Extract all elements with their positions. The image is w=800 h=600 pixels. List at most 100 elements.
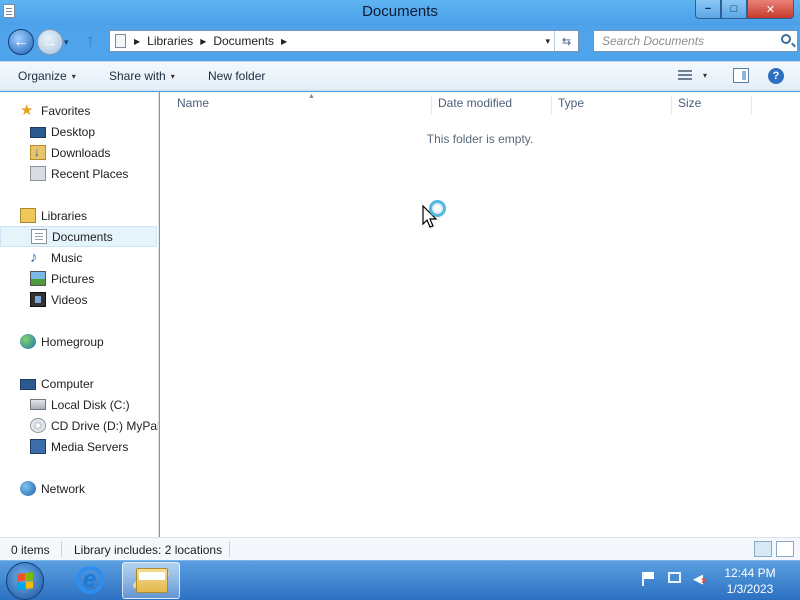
breadcrumb-arrow-icon[interactable]: ▶ bbox=[200, 37, 206, 46]
cd-drive-icon bbox=[30, 418, 46, 433]
nav-recent-places[interactable]: Recent Places bbox=[0, 163, 157, 184]
nav-cd-drive[interactable]: CD Drive (D:) MyPal bbox=[0, 415, 159, 436]
music-icon: ♪ bbox=[30, 249, 38, 266]
breadcrumb-arrow-icon[interactable]: ▶ bbox=[281, 37, 287, 46]
nav-network[interactable]: Network bbox=[0, 478, 157, 499]
action-center-flag-icon[interactable] bbox=[642, 572, 656, 586]
media-server-icon bbox=[30, 439, 46, 454]
preview-pane-icon[interactable] bbox=[733, 68, 749, 83]
minimize-button[interactable]: − bbox=[695, 0, 721, 19]
taskbar: ◀ 12:44 PM 1/3/2023 bbox=[0, 560, 800, 600]
column-header-size[interactable]: Size bbox=[672, 96, 752, 114]
nav-downloads[interactable]: Downloads bbox=[0, 142, 157, 163]
nav-desktop[interactable]: Desktop bbox=[0, 121, 157, 142]
search-placeholder: Search Documents bbox=[602, 34, 705, 48]
nav-label: Downloads bbox=[51, 145, 111, 160]
share-with-button[interactable]: Share with ▾ bbox=[109, 69, 175, 83]
downloads-icon bbox=[30, 145, 46, 160]
nav-pictures[interactable]: Pictures bbox=[0, 268, 157, 289]
nav-computer[interactable]: Computer bbox=[0, 373, 157, 394]
videos-icon bbox=[30, 292, 46, 307]
breadcrumb-libraries[interactable]: Libraries bbox=[147, 34, 193, 48]
nav-label: Network bbox=[41, 481, 86, 496]
maximize-button[interactable]: □ bbox=[721, 0, 747, 19]
star-icon: ★ bbox=[20, 102, 34, 119]
nav-label: Desktop bbox=[51, 124, 96, 139]
new-folder-button[interactable]: New folder bbox=[208, 69, 265, 83]
column-label: Name bbox=[177, 96, 210, 110]
nav-label: Pictures bbox=[51, 271, 95, 286]
close-button[interactable]: ✕ bbox=[747, 0, 794, 19]
nav-label: CD Drive (D:) MyPal bbox=[51, 418, 159, 433]
nav-label: Documents bbox=[52, 229, 113, 244]
nav-label: Libraries bbox=[41, 208, 88, 223]
hard-disk-icon bbox=[30, 399, 46, 410]
nav-videos[interactable]: Videos bbox=[0, 289, 157, 310]
up-button[interactable]: ↑ bbox=[86, 32, 95, 49]
clock-date: 1/3/2023 bbox=[726, 582, 774, 596]
nav-libraries[interactable]: Libraries bbox=[0, 205, 157, 226]
libraries-icon bbox=[20, 208, 36, 223]
refresh-icon[interactable]: ⇆ bbox=[554, 31, 578, 51]
nav-music[interactable]: ♪ Music bbox=[0, 247, 157, 268]
status-bar: 0 items Library includes: 2 locations bbox=[0, 537, 800, 560]
clock-time: 12:44 PM bbox=[724, 566, 776, 580]
system-clock[interactable]: 12:44 PM 1/3/2023 bbox=[718, 565, 782, 597]
nav-label: Computer bbox=[41, 376, 94, 391]
windows-logo-icon bbox=[17, 572, 33, 590]
nav-homegroup[interactable]: Homegroup bbox=[0, 331, 157, 352]
file-list[interactable]: Name ▲ Date modified Type Size This fold… bbox=[160, 92, 800, 537]
network-tray-icon[interactable] bbox=[668, 572, 681, 583]
recent-pages-dropdown[interactable]: ▾ bbox=[64, 37, 69, 48]
start-button[interactable] bbox=[6, 562, 44, 600]
nav-label: Local Disk (C:) bbox=[51, 397, 130, 412]
breadcrumb-arrow-icon[interactable]: ▶ bbox=[134, 37, 140, 46]
explorer-window: Documents − □ ✕ ← → ▾ ↑ ▶ Libraries ▶ Do… bbox=[0, 0, 800, 560]
column-header-name[interactable]: Name ▲ bbox=[171, 93, 432, 114]
homegroup-icon bbox=[20, 334, 36, 349]
internet-explorer-icon bbox=[76, 566, 104, 594]
status-divider bbox=[61, 541, 62, 557]
details-view-icon[interactable] bbox=[754, 541, 772, 557]
sort-ascending-icon: ▲ bbox=[308, 93, 315, 100]
desktop-icon bbox=[30, 127, 46, 138]
view-options-dropdown[interactable]: ▾ bbox=[703, 71, 707, 80]
documents-icon bbox=[31, 229, 47, 244]
search-input[interactable]: Search Documents bbox=[593, 30, 798, 52]
address-bar[interactable]: ▶ Libraries ▶ Documents ▶ ▾ ⇆ bbox=[109, 30, 579, 52]
search-icon[interactable] bbox=[781, 34, 791, 44]
recent-places-icon bbox=[30, 166, 46, 181]
nav-media-servers[interactable]: Media Servers bbox=[0, 436, 157, 457]
large-icons-view-icon[interactable] bbox=[776, 541, 794, 557]
back-button[interactable]: ← bbox=[8, 29, 34, 55]
nav-label: Favorites bbox=[41, 103, 91, 118]
share-with-label: Share with bbox=[109, 69, 166, 83]
nav-label: Recent Places bbox=[51, 166, 129, 181]
window-title: Documents bbox=[362, 3, 438, 20]
chevron-down-icon: ▾ bbox=[71, 71, 76, 81]
library-locations: Library includes: 2 locations bbox=[74, 543, 223, 557]
nav-local-disk[interactable]: Local Disk (C:) bbox=[0, 394, 157, 415]
network-icon bbox=[20, 481, 36, 496]
nav-label: Homegroup bbox=[41, 334, 104, 349]
breadcrumb-documents[interactable]: Documents bbox=[213, 34, 274, 48]
computer-icon bbox=[20, 378, 36, 390]
breadcrumb: ▶ Libraries ▶ Documents ▶ bbox=[134, 34, 287, 48]
volume-muted-icon[interactable]: ◀ bbox=[693, 572, 707, 590]
address-dropdown-icon[interactable]: ▾ bbox=[545, 36, 550, 47]
command-bar: Organize ▾ Share with ▾ New folder ▾ ? bbox=[0, 61, 800, 91]
folder-icon bbox=[136, 568, 168, 593]
title-bar[interactable]: Documents − □ ✕ bbox=[0, 0, 800, 25]
help-icon[interactable]: ? bbox=[768, 68, 784, 84]
nav-favorites[interactable]: ★ Favorites bbox=[0, 100, 157, 121]
chevron-down-icon: ▾ bbox=[170, 71, 175, 81]
nav-label: Music bbox=[51, 250, 83, 265]
forward-button[interactable]: → bbox=[37, 29, 63, 55]
nav-documents[interactable]: Documents bbox=[0, 226, 157, 247]
column-header-date-modified[interactable]: Date modified bbox=[432, 96, 552, 114]
busy-spinner-icon bbox=[429, 200, 446, 217]
organize-button[interactable]: Organize ▾ bbox=[18, 69, 76, 83]
column-header-type[interactable]: Type bbox=[552, 96, 672, 114]
change-view-icon[interactable] bbox=[678, 70, 692, 82]
organize-label: Organize bbox=[18, 69, 67, 83]
